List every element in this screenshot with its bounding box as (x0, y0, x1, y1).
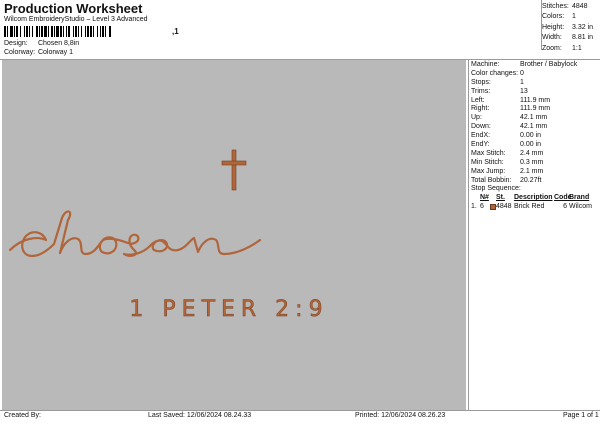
machine-row: EndX: 0.00 in (469, 131, 600, 140)
stop-needle: 6 (480, 203, 484, 211)
stat-row: Stitches: 4848 (542, 1, 598, 12)
stat-label: Colors: (542, 13, 565, 21)
machine-label: Trims: (471, 87, 491, 95)
machine-value: 111.9 mm (520, 105, 551, 113)
machine-value: 2.4 mm (520, 149, 544, 157)
machine-value: 0.00 in (520, 132, 542, 140)
stat-value: 4848 (572, 2, 588, 10)
design-value: Chosen 8,8in (37, 40, 80, 47)
machine-label: EndY: (471, 140, 490, 148)
verse-label: 1 PETER 2:9 (129, 297, 328, 322)
barcode-text: ,1 (172, 27, 179, 36)
machine-panel: Machine: Brother / Babylock Color changes:… (468, 60, 600, 410)
stat-value: 1 (572, 13, 576, 21)
machine-label: Machine: (471, 60, 500, 68)
machine-row: Min Stitch: 0.3 mm (469, 158, 600, 167)
design-label: Design: (4, 40, 28, 47)
footer-divider (0, 410, 600, 411)
stop-brand: Wilcom (569, 203, 592, 211)
machine-value: 42.1 mm (520, 114, 548, 122)
stat-value: 1:1 (572, 44, 582, 52)
machine-label: Up: (471, 114, 482, 122)
machine-row: Up: 42.1 mm (469, 113, 600, 122)
col-n: N# (480, 194, 489, 202)
stat-label: Width: (542, 34, 562, 42)
machine-value: 0.00 in (520, 140, 542, 148)
machine-row: Machine: Brother / Babylock (469, 60, 600, 69)
machine-label: Max Jump: (471, 167, 506, 175)
machine-value: Brother / Babylock (520, 60, 578, 68)
stop-stitches: 4848 (496, 203, 512, 211)
machine-row: EndY: 0.00 in (469, 140, 600, 149)
stat-label: Zoom: (542, 44, 562, 52)
page-title: Production Worksheet (4, 1, 143, 16)
machine-label: Min Stitch: (471, 158, 504, 166)
stat-row: Colors: 1 (542, 12, 598, 23)
cross-icon (221, 149, 247, 191)
col-brand: Brand (569, 194, 590, 202)
page-number: Page 1 of 1 (563, 412, 599, 419)
stop-index: 1. (471, 203, 477, 211)
machine-value: 2.1 mm (520, 167, 544, 175)
machine-label: Total Bobbin: (471, 176, 512, 184)
machine-row: Trims: 13 (469, 87, 600, 96)
stat-row: Width: 8.81 in (542, 33, 598, 44)
machine-label: Left: (471, 96, 485, 104)
colorway-value: Colorway 1 (37, 49, 73, 56)
machine-value: 42.1 mm (520, 123, 548, 131)
col-st: St. (496, 194, 505, 202)
colorway-row: Colorway: Colorway 1 (4, 49, 73, 56)
machine-value: 0 (520, 69, 524, 77)
stop-sequence-header: N# St. Description Code Brand (469, 193, 600, 202)
colorway-label: Colorway: (4, 49, 36, 56)
col-code: Code (554, 194, 572, 202)
machine-value: 13 (520, 87, 528, 95)
machine-label: Max Stitch: (471, 149, 506, 157)
machine-row: Down: 42.1 mm (469, 122, 600, 131)
stat-label: Height: (542, 23, 565, 31)
machine-row: Right: 111.9 mm (469, 104, 600, 113)
machine-row: Total Bobbin: 20.27ft (469, 176, 600, 185)
software-name: Wilcom EmbroideryStudio – Level 3 Advanc… (4, 16, 148, 23)
machine-label: Color changes: (471, 69, 519, 77)
machine-value: 111.9 mm (520, 96, 551, 104)
stats-panel: Stitches: 4848 Colors: 1 Height: 3.32 in Width… (542, 1, 598, 54)
design-row: Design: Chosen 8,8in (4, 40, 79, 47)
chosen-script (8, 210, 262, 258)
stop-description: Brick Red (514, 203, 545, 211)
machine-info: Machine: Brother / Babylock Color changes:… (469, 60, 600, 184)
col-description: Description (514, 194, 553, 202)
stop-sequence-label: Stop Sequence: (471, 185, 521, 193)
machine-label: Right: (471, 105, 490, 113)
machine-row: Left: 111.9 mm (469, 96, 600, 105)
machine-value: 0.3 mm (520, 158, 544, 166)
verse-text: 1 PETER 2:9 (129, 297, 328, 323)
stat-row: Height: 3.32 in (542, 22, 598, 33)
machine-label: Stops: (471, 78, 491, 86)
stop-row: 1. 6 4848 Brick Red 6 Wilcom (469, 202, 600, 211)
machine-row: Max Jump: 2.1 mm (469, 167, 600, 176)
stop-sequence-rows: 1. 6 4848 Brick Red 6 Wilcom (469, 202, 600, 211)
stat-label: Stitches: (542, 2, 569, 10)
stat-value: 3.32 in (572, 23, 594, 31)
created-by: Created By: (4, 412, 41, 419)
design-artwork: 1 PETER 2:9 (8, 149, 328, 323)
machine-value: 1 (520, 78, 524, 86)
design-preview: 1 PETER 2:9 (2, 60, 466, 410)
stat-row: Zoom: 1:1 (542, 43, 598, 54)
machine-row: Color changes: 0 (469, 69, 600, 78)
last-saved: Last Saved: 12/06/2024 08.24.33 (148, 412, 252, 419)
machine-label: Down: (471, 123, 491, 131)
machine-value: 20.27ft (520, 176, 542, 184)
machine-label: EndX: (471, 132, 491, 140)
stat-value: 8.81 in (572, 34, 594, 42)
machine-row: Max Stitch: 2.4 mm (469, 149, 600, 158)
printed-date: Printed: 12/06/2024 08.26.23 (355, 412, 446, 419)
machine-row: Stops: 1 (469, 78, 600, 87)
stop-code: 6 (563, 203, 567, 211)
barcode (4, 26, 111, 37)
